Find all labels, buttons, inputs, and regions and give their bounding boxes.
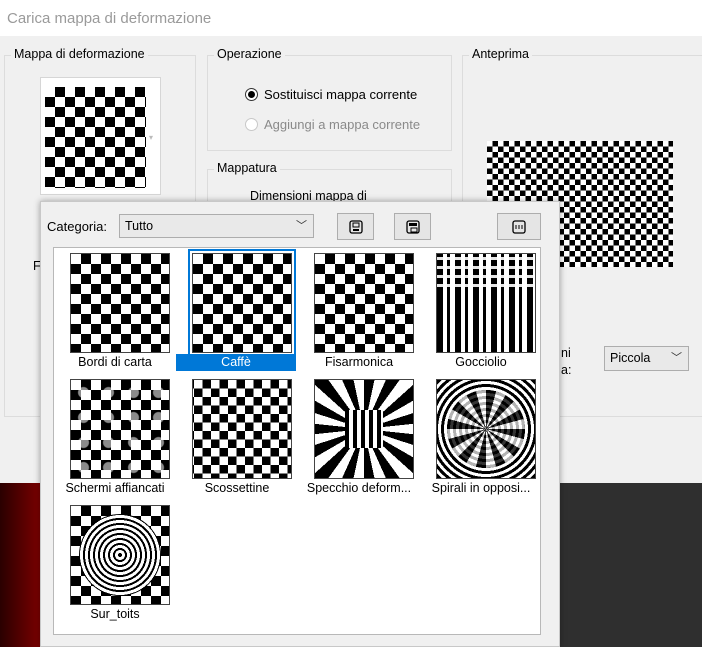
map-item-label: Fisarmonica xyxy=(324,355,394,369)
current-map-image xyxy=(45,87,146,188)
map-picker-popup: Categoria: Tutto ﹀ Bordi di carta Caffè … xyxy=(40,201,560,647)
mapping-legend: Mappatura xyxy=(214,161,280,175)
background-canvas-gray xyxy=(560,483,702,647)
map-item-label: Specchio deform... xyxy=(306,481,412,495)
window-title: Carica mappa di deformazione xyxy=(7,10,212,27)
current-map-thumbnail[interactable]: ▾ xyxy=(40,77,161,195)
save-preset-button[interactable] xyxy=(337,213,374,240)
accordion-thumbnail xyxy=(314,253,414,353)
chevron-down-icon: ﹀ xyxy=(296,220,307,232)
preview-size-select[interactable]: Piccola ﹀ xyxy=(604,346,689,371)
rooftops-thumbnail xyxy=(70,505,170,605)
replace-map-radio[interactable] xyxy=(245,88,258,101)
paper-edges-thumbnail xyxy=(70,253,170,353)
map-item-label: Sur_toits xyxy=(90,607,140,621)
map-item-label: Caffè xyxy=(176,354,296,371)
category-select[interactable]: Tutto ﹀ xyxy=(119,214,314,238)
background-canvas-red xyxy=(0,483,40,647)
replace-map-label[interactable]: Sostituisci mappa corrente xyxy=(264,87,417,102)
map-item-label: Gocciolio xyxy=(455,355,507,369)
opposite-spirals-thumbnail xyxy=(436,379,536,479)
map-item-scossettine[interactable]: Scossettine xyxy=(176,374,298,500)
drip-thumbnail xyxy=(436,253,536,353)
map-item-spirali-in-opposizione[interactable]: Spirali in opposi... xyxy=(420,374,542,500)
map-item-fisarmonica[interactable]: Fisarmonica xyxy=(298,248,420,374)
category-value: Tutto xyxy=(125,219,154,233)
map-item-schermi-affiancati[interactable]: Schermi affiancati xyxy=(54,374,176,500)
map-item-label: Schermi affiancati xyxy=(65,481,165,495)
jitter-thumbnail xyxy=(192,379,292,479)
chevron-down-icon: ﹀ xyxy=(671,352,682,364)
preview-legend: Anteprima xyxy=(469,47,532,61)
map-item-label: Bordi di carta xyxy=(78,355,152,369)
category-label: Categoria: xyxy=(47,219,107,234)
settings-icon xyxy=(512,219,526,234)
coffee-thumbnail xyxy=(188,249,296,357)
preview-size-value: Piccola xyxy=(610,351,651,365)
preview-size-label-1: ni xyxy=(561,346,571,360)
load-icon xyxy=(405,219,420,234)
deformation-map-legend: Mappa di deformazione xyxy=(11,47,148,61)
add-map-label[interactable]: Aggiungi a mappa corrente xyxy=(264,117,420,132)
map-item-gocciolio[interactable]: Gocciolio xyxy=(420,248,542,374)
map-item-bordi-di-carta[interactable]: Bordi di carta xyxy=(54,248,176,374)
tiled-screens-thumbnail xyxy=(70,379,170,479)
map-item-sur-toits[interactable]: Sur_toits xyxy=(54,500,176,626)
map-thumbnail-grid: Bordi di carta Caffè Fisarmonica Gocciol… xyxy=(53,247,541,635)
operation-group: Operazione Sostituisci mappa corrente Ag… xyxy=(207,47,452,151)
map-item-label: Spirali in opposi... xyxy=(431,481,531,495)
preview-size-label-2: a: xyxy=(561,363,572,377)
load-preset-button[interactable] xyxy=(394,213,431,240)
title-bar: Carica mappa di deformazione xyxy=(0,0,702,36)
thumbnail-scroll-arrow-icon: ▾ xyxy=(149,133,154,142)
options-button[interactable] xyxy=(497,213,541,240)
save-icon xyxy=(348,219,363,234)
map-item-specchio-deformante[interactable]: Specchio deform... xyxy=(298,374,420,500)
map-item-caffe[interactable]: Caffè xyxy=(176,248,298,374)
funhouse-mirror-thumbnail xyxy=(314,379,414,479)
map-item-label: Scossettine xyxy=(204,481,270,495)
operation-legend: Operazione xyxy=(214,47,285,61)
add-map-radio[interactable] xyxy=(245,118,258,131)
